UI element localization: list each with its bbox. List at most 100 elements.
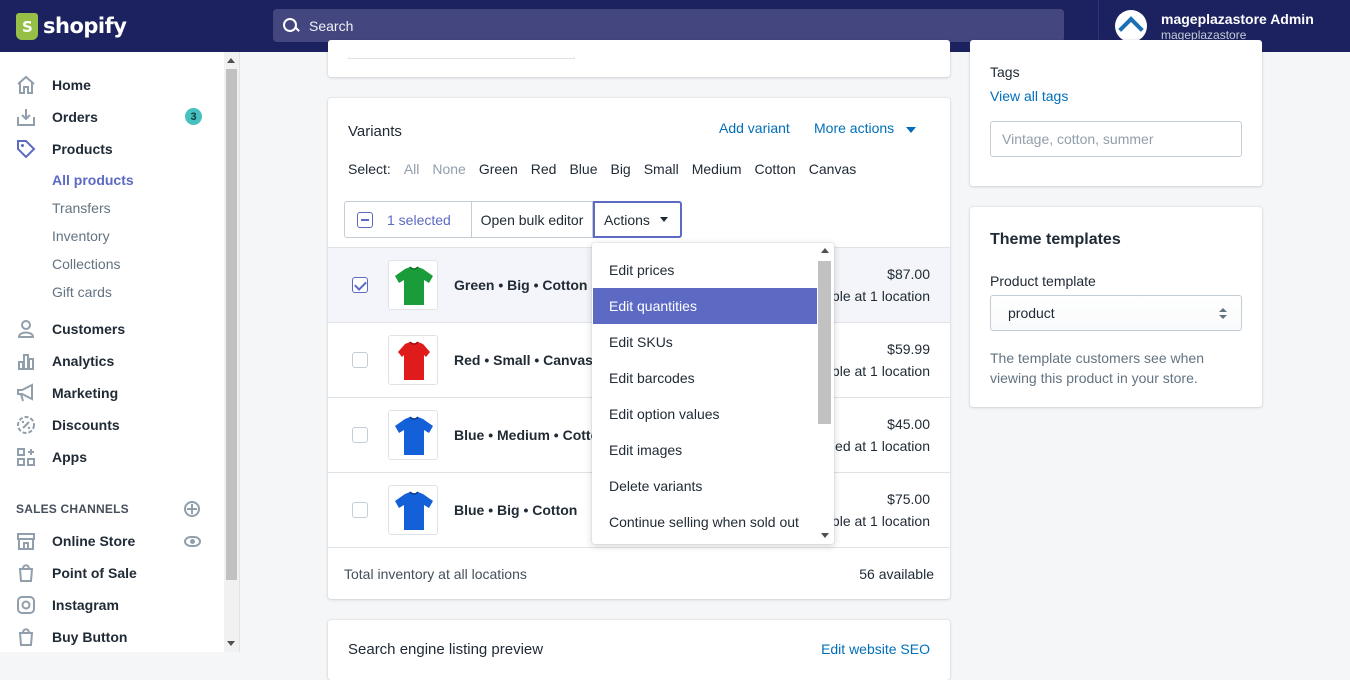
select-medium[interactable]: Medium: [692, 161, 742, 177]
menu-item-edit-quantities[interactable]: Edit quantities: [593, 288, 817, 324]
variant-stock: ble at 1 location: [831, 288, 930, 304]
sidebar-item-label: Point of Sale: [52, 565, 137, 581]
scroll-up-icon[interactable]: [821, 248, 829, 253]
sidebar-item-orders[interactable]: Orders 3: [0, 101, 224, 133]
actions-menu: Edit prices Edit quantities Edit SKUs Ed…: [592, 243, 834, 544]
sidebar-item-analytics[interactable]: Analytics: [0, 345, 224, 377]
view-store-eye-icon[interactable]: [184, 536, 201, 547]
user-name: mageplazastore Admin: [1161, 10, 1314, 27]
variant-name[interactable]: Green • Big • Cotton: [454, 277, 587, 293]
sidebar-item-customers[interactable]: Customers: [0, 313, 224, 345]
select-all[interactable]: All: [404, 161, 420, 177]
scroll-down-icon[interactable]: [821, 533, 829, 538]
chevron-down-icon: [906, 127, 916, 133]
sidebar-item-label: Instagram: [52, 597, 119, 613]
caret-down-icon: [659, 217, 668, 222]
scroll-up-icon[interactable]: [227, 58, 235, 63]
product-template-label: Product template: [990, 273, 1096, 289]
discount-icon: [16, 415, 36, 435]
select-arrows-icon: [1219, 308, 1227, 320]
menu-item-edit-barcodes[interactable]: Edit barcodes: [593, 360, 817, 396]
avatar: [1115, 10, 1147, 42]
sidebar-item-marketing[interactable]: Marketing: [0, 377, 224, 409]
select-red[interactable]: Red: [531, 161, 557, 177]
search-icon: [283, 17, 299, 34]
add-sales-channel-icon[interactable]: [184, 501, 200, 517]
sidebar-item-label: Customers: [52, 321, 126, 337]
row-checkbox[interactable]: [352, 352, 368, 368]
sidebar-item-label: Online Store: [52, 533, 136, 549]
open-bulk-editor-button[interactable]: Open bulk editor: [472, 202, 593, 237]
actions-dropdown-button[interactable]: Actions: [593, 201, 682, 238]
select-blue[interactable]: Blue: [569, 161, 597, 177]
select-cotton[interactable]: Cotton: [755, 161, 796, 177]
sidebar-item-products[interactable]: Products: [0, 133, 224, 165]
menu-item-edit-images[interactable]: Edit images: [593, 432, 817, 468]
sidebar-item-label: Orders: [52, 109, 98, 125]
sidebar-item-buy-button[interactable]: Buy Button: [0, 621, 224, 652]
sidebar-subitem-gift-cards[interactable]: Gift cards: [52, 284, 112, 300]
apps-icon: [16, 447, 36, 467]
variant-image: [388, 410, 438, 460]
menu-scroll-thumb[interactable]: [818, 261, 831, 424]
menu-item-delete-variants[interactable]: Delete variants: [593, 468, 817, 504]
orders-icon: [16, 107, 36, 127]
variant-name[interactable]: Blue • Medium • Cotto: [454, 427, 599, 443]
select-none[interactable]: None: [432, 161, 465, 177]
inventory-total-row: Total inventory at all locations 56 avai…: [328, 547, 950, 599]
product-template-value: product: [1008, 305, 1055, 321]
scroll-down-icon[interactable]: [227, 641, 235, 646]
variant-stock: ed at 1 location: [835, 438, 930, 454]
megaphone-icon: [16, 383, 36, 403]
select-green[interactable]: Green: [479, 161, 518, 177]
actions-label: Actions: [604, 211, 650, 228]
menu-item-continue-selling[interactable]: Continue selling when sold out: [593, 504, 817, 540]
sidebar-subitem-transfers[interactable]: Transfers: [52, 200, 111, 216]
tags-input[interactable]: Vintage, cotton, summer: [990, 121, 1242, 157]
store-icon: [16, 531, 36, 551]
sidebar-item-label: Apps: [52, 449, 87, 465]
sidebar-subitem-collections[interactable]: Collections: [52, 256, 120, 272]
shopify-logo[interactable]: shopify: [0, 0, 240, 52]
add-variant-button[interactable]: Add variant: [719, 120, 790, 136]
menu-item-edit-skus[interactable]: Edit SKUs: [593, 324, 817, 360]
sidebar-subitem-all-products[interactable]: All products: [52, 172, 134, 188]
selected-count: 1 selected: [385, 202, 472, 237]
variant-name[interactable]: Blue • Big • Cotton: [454, 502, 577, 518]
menu-scrollbar[interactable]: [818, 243, 833, 544]
sidebar-item-discounts[interactable]: Discounts: [0, 409, 224, 441]
menu-item-edit-prices[interactable]: Edit prices: [593, 252, 817, 288]
select-big[interactable]: Big: [610, 161, 630, 177]
sidebar-item-point-of-sale[interactable]: Point of Sale: [0, 557, 224, 589]
sidebar-item-home[interactable]: Home: [0, 69, 224, 101]
variant-image: [388, 260, 438, 310]
analytics-icon: [16, 351, 36, 371]
shopify-bag-icon: [16, 12, 38, 40]
search-placeholder: Search: [309, 17, 354, 34]
theme-templates-title: Theme templates: [990, 231, 1121, 248]
sidebar-item-apps[interactable]: Apps: [0, 441, 224, 473]
variant-name[interactable]: Red • Small • Canvas: [454, 352, 593, 368]
view-all-tags-link[interactable]: View all tags: [990, 88, 1068, 104]
row-checkbox[interactable]: [352, 427, 368, 443]
more-actions-button[interactable]: More actions: [814, 120, 894, 136]
seo-title: Search engine listing preview: [348, 641, 544, 658]
row-checkbox[interactable]: [352, 277, 368, 293]
variant-price: $87.00: [887, 266, 930, 282]
sidebar-scrollbar[interactable]: [224, 52, 239, 652]
product-template-select[interactable]: product: [990, 295, 1242, 331]
menu-item-edit-option-values[interactable]: Edit option values: [593, 396, 817, 432]
orders-badge: 3: [185, 108, 202, 125]
search-input[interactable]: Search: [273, 9, 1064, 42]
bulk-select-checkbox[interactable]: [345, 202, 385, 237]
sidebar-subitem-inventory[interactable]: Inventory: [52, 228, 110, 244]
sidebar-scroll-thumb[interactable]: [226, 69, 237, 580]
sidebar-item-instagram[interactable]: Instagram: [0, 589, 224, 621]
select-small[interactable]: Small: [644, 161, 679, 177]
previous-card: [328, 40, 950, 77]
select-canvas[interactable]: Canvas: [809, 161, 856, 177]
edit-seo-link[interactable]: Edit website SEO: [821, 641, 930, 657]
variant-image: [388, 485, 438, 535]
brand-name: shopify: [43, 14, 127, 38]
row-checkbox[interactable]: [352, 502, 368, 518]
